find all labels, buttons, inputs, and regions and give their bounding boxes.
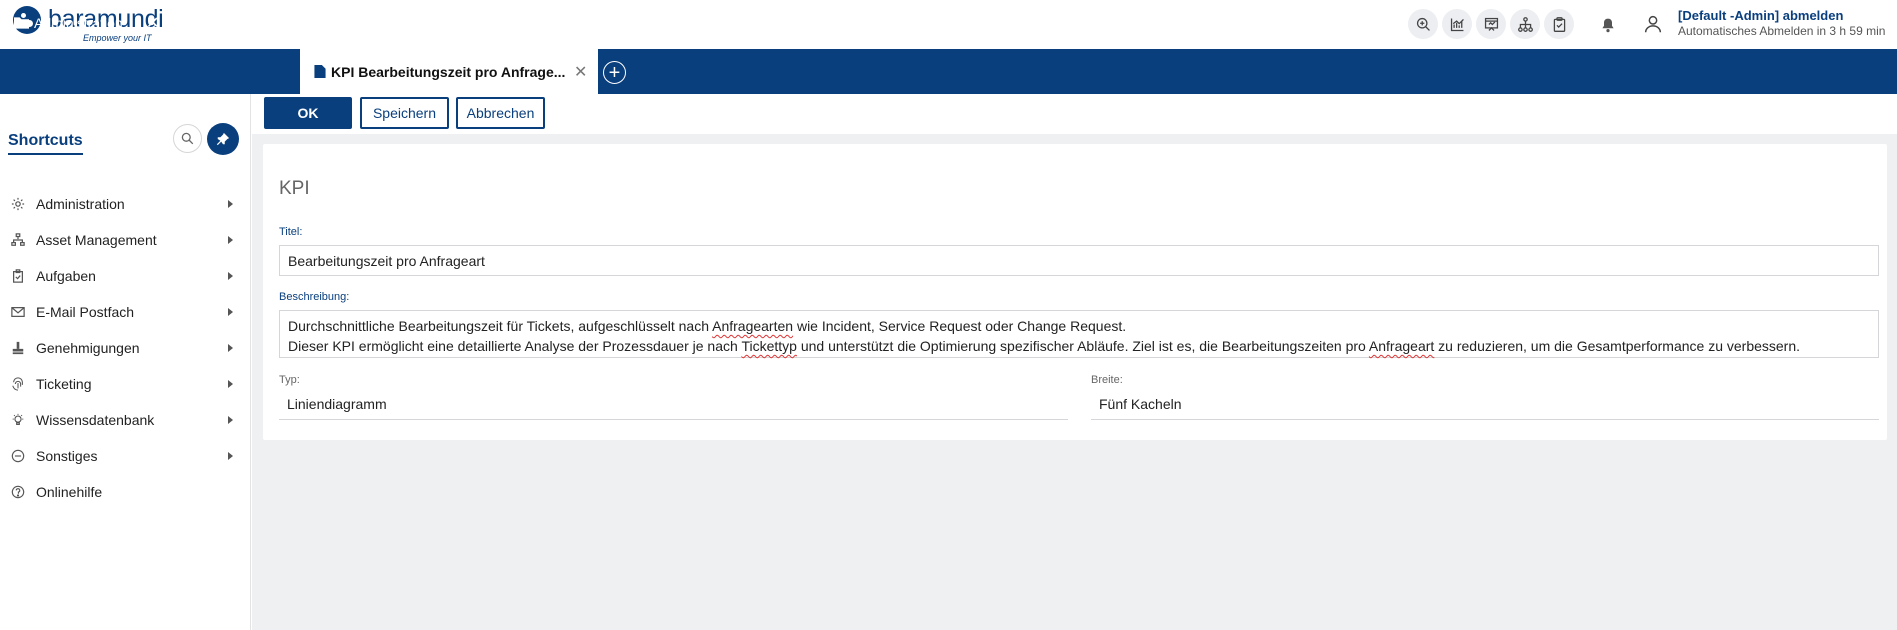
tab-label: Administration — [34, 14, 123, 31]
ok-button[interactable]: OK — [264, 97, 352, 129]
chevron-right-icon[interactable] — [228, 416, 233, 424]
chevron-right-icon[interactable] — [228, 452, 233, 460]
dashboard-icon — [1484, 17, 1498, 31]
user-avatar[interactable] — [1640, 11, 1666, 37]
sidebar-item-label: Ticketing — [36, 376, 92, 392]
mail-icon — [11, 305, 25, 319]
search-icon — [181, 132, 194, 145]
sidebar-item-genehmigungen[interactable]: Genehmigungen — [0, 330, 250, 366]
clipboard-icon — [1553, 16, 1565, 32]
sidebar-item-label: Aufgaben — [36, 268, 96, 284]
document-icon — [314, 65, 326, 78]
shortcuts-title[interactable]: Shortcuts — [8, 132, 83, 155]
sidebar-item-asset-management[interactable]: Asset Management — [0, 222, 250, 258]
width-label: Breite: — [1091, 374, 1123, 386]
type-label: Typ: — [279, 374, 300, 386]
description-line-2: Dieser KPI ermöglicht eine detaillierte … — [288, 338, 1801, 354]
sidebar-item-administration[interactable]: Administration — [0, 186, 250, 222]
clipboard-check-icon — [11, 269, 25, 283]
sidebar-item-sonstiges[interactable]: Sonstiges — [0, 438, 250, 474]
type-select[interactable]: Liniendiagramm — [279, 388, 1068, 420]
tab-administration[interactable]: Administration ✕ — [14, 0, 164, 45]
chevron-right-icon[interactable] — [228, 200, 233, 208]
close-icon[interactable]: ✕ — [574, 62, 587, 82]
clipboard-button[interactable] — [1544, 9, 1574, 39]
more-icon — [11, 449, 25, 463]
description-label: Beschreibung: — [279, 291, 350, 303]
chevron-right-icon[interactable] — [228, 308, 233, 316]
sidebar-item-label: Administration — [36, 196, 125, 212]
width-select[interactable]: Fünf Kacheln — [1091, 388, 1879, 420]
sidebar-item-label: Genehmigungen — [36, 340, 140, 356]
lightbulb-icon — [11, 413, 25, 427]
chart-button[interactable] — [1442, 9, 1472, 39]
section-title: KPI — [279, 178, 310, 199]
fingerprint-icon — [11, 377, 25, 391]
help-icon — [11, 485, 25, 499]
search-zoom-icon — [1416, 17, 1430, 31]
close-icon[interactable]: ✕ — [146, 13, 159, 33]
sidebar: Shortcuts Administration Asset Managemen… — [0, 94, 251, 630]
tab-bar — [0, 49, 1897, 94]
user-icon — [1644, 15, 1662, 33]
pin-button[interactable] — [207, 123, 239, 155]
hierarchy-icon — [1517, 16, 1533, 32]
gear-icon — [11, 197, 25, 211]
sitemap-icon — [11, 233, 25, 247]
spelling-flag: Anfragearten — [712, 318, 794, 334]
cancel-button[interactable]: Abbrechen — [456, 97, 545, 129]
save-button[interactable]: Speichern — [360, 97, 449, 129]
sidebar-item-label: E-Mail Postfach — [36, 304, 135, 320]
spelling-flag: Anfrageart — [1368, 338, 1435, 354]
sidebar-item-label: Asset Management — [36, 232, 157, 248]
logout-link[interactable]: [Default -Admin] abmelden — [1678, 8, 1885, 23]
form-toolbar: OK Speichern Abbrechen — [252, 94, 1897, 134]
folder-icon — [187, 17, 202, 29]
chevron-right-icon[interactable] — [228, 380, 233, 388]
folder-icon — [14, 17, 29, 29]
title-label: Titel: — [279, 226, 303, 238]
tab-kpi-active[interactable]: KPI Bearbeitungszeit pro Anfrage... ✕ — [300, 49, 598, 94]
sidebar-item-label: Sonstiges — [36, 448, 98, 464]
sidebar-item-wissensdatenbank[interactable]: Wissensdatenbank — [0, 402, 250, 438]
stamp-icon — [11, 341, 25, 355]
chevron-right-icon[interactable] — [228, 344, 233, 352]
sidebar-item-onlinehilfe[interactable]: Onlinehilfe — [0, 474, 250, 510]
chevron-right-icon[interactable] — [228, 236, 233, 244]
sidebar-nav: Administration Asset Management Aufgaben… — [0, 186, 250, 510]
user-block: [Default -Admin] abmelden Automatisches … — [1678, 8, 1885, 38]
sidebar-item-aufgaben[interactable]: Aufgaben — [0, 258, 250, 294]
bell-icon — [1602, 18, 1614, 33]
title-input[interactable]: Bearbeitungszeit pro Anfrageart — [279, 245, 1879, 276]
sidebar-item-label: Wissensdatenbank — [36, 412, 155, 428]
sidebar-item-ticketing[interactable]: Ticketing — [0, 366, 250, 402]
pin-icon — [216, 132, 230, 146]
header-tools — [1408, 9, 1574, 39]
chevron-right-icon[interactable] — [228, 272, 233, 280]
search-zoom-button[interactable] — [1408, 9, 1438, 39]
chart-icon — [1450, 18, 1464, 31]
main-content: OK Speichern Abbrechen KPI Titel: Bearbe… — [252, 94, 1897, 630]
hierarchy-button[interactable] — [1510, 9, 1540, 39]
tab-label: Tickets — [207, 14, 251, 31]
sidebar-search-button[interactable] — [173, 124, 202, 153]
sidebar-item-email[interactable]: E-Mail Postfach — [0, 294, 250, 330]
description-textarea[interactable]: Durchschnittliche Bearbeitungszeit für T… — [279, 310, 1879, 358]
auto-logout-text: Automatisches Abmelden in 3 h 59 min — [1678, 24, 1886, 38]
close-icon[interactable]: ✕ — [274, 13, 287, 33]
kpi-form-card: KPI Titel: Bearbeitungszeit pro Anfragea… — [263, 144, 1887, 440]
notification-bell[interactable] — [1596, 13, 1620, 37]
tab-label: KPI Bearbeitungszeit pro Anfrage... — [331, 63, 566, 80]
add-tab-button[interactable]: + — [603, 61, 626, 84]
description-line-1: Durchschnittliche Bearbeitungszeit für T… — [288, 318, 1127, 334]
dashboard-button[interactable] — [1476, 9, 1506, 39]
tab-tickets[interactable]: Tickets ✕ — [187, 0, 287, 45]
spelling-flag: Tickettyp — [741, 338, 797, 354]
sidebar-item-label: Onlinehilfe — [36, 484, 103, 500]
